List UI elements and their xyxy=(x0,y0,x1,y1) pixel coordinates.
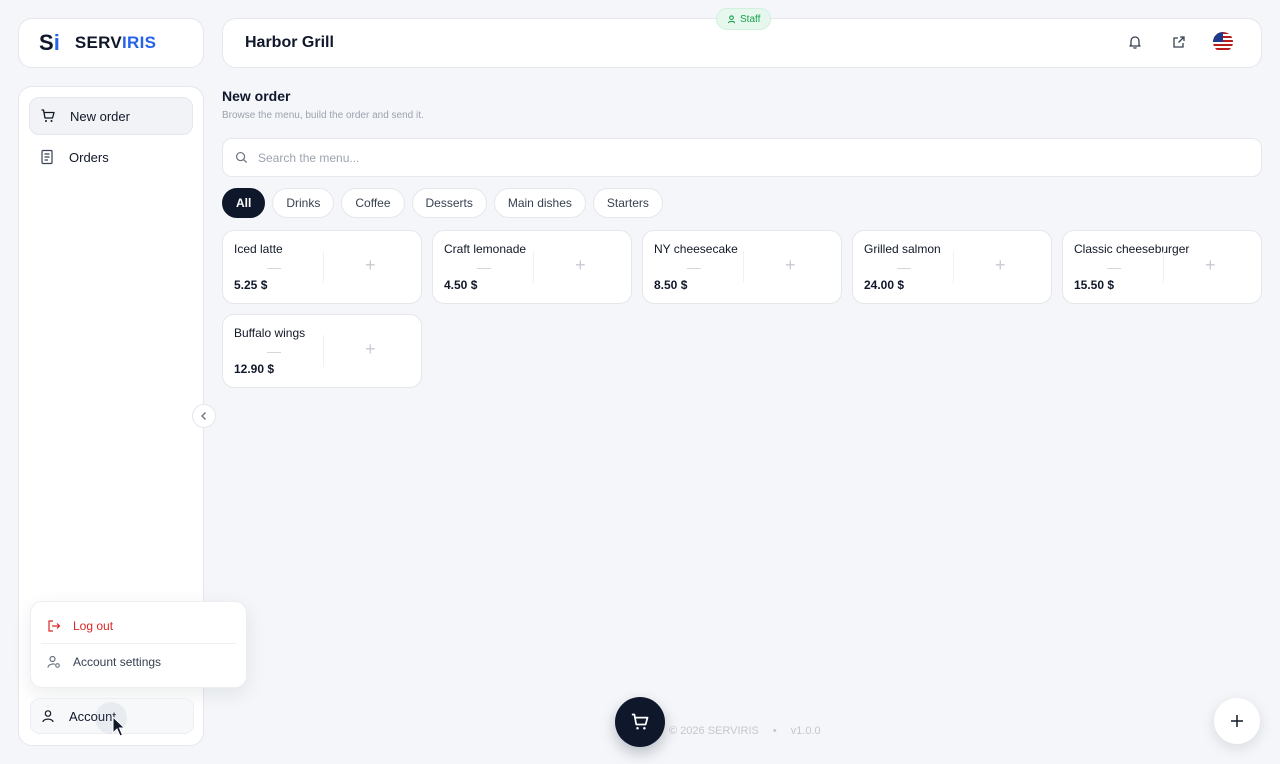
decrease-quantity-button[interactable]: — xyxy=(687,259,701,275)
increase-quantity-button[interactable]: + xyxy=(995,255,1006,276)
product-name: Grilled salmon xyxy=(864,242,941,256)
chevron-left-icon xyxy=(201,412,206,420)
product-price: 8.50 $ xyxy=(654,278,688,292)
account-menu: Log out Account settings xyxy=(30,601,247,688)
logout-icon xyxy=(48,619,61,632)
logo[interactable]: Si SERVIRIS xyxy=(18,18,204,68)
search-input[interactable] xyxy=(258,150,1158,165)
page-subtitle: Browse the menu, build the order and sen… xyxy=(222,110,424,121)
category-chip-coffee[interactable]: Coffee xyxy=(341,188,405,218)
search-icon xyxy=(235,151,248,164)
role-badge-label: Staff xyxy=(740,13,761,25)
brand-name: SERVIRIS xyxy=(75,33,156,53)
add-button[interactable] xyxy=(1214,698,1260,744)
increase-quantity-button[interactable]: + xyxy=(1205,255,1216,276)
decrease-quantity-button[interactable]: — xyxy=(267,259,281,275)
logout-menu-item[interactable]: Log out xyxy=(41,608,236,644)
category-chip-main-dishes[interactable]: Main dishes xyxy=(493,188,586,218)
sidebar-item-label: New order xyxy=(70,108,130,124)
user-icon xyxy=(727,14,736,23)
decrease-quantity-button[interactable]: — xyxy=(897,259,911,275)
decrease-quantity-button[interactable]: — xyxy=(477,259,491,275)
product-name: Classic cheeseburger xyxy=(1074,242,1190,256)
cart-icon xyxy=(631,713,649,730)
brand-name-part-a: SERV xyxy=(74,33,122,52)
external-link-icon[interactable] xyxy=(1169,32,1189,52)
product-card[interactable]: Iced latte — + 5.25 $ xyxy=(222,230,422,304)
sidebar-item-label: Orders xyxy=(69,149,109,165)
page-title: New order xyxy=(222,88,291,104)
logout-label: Log out xyxy=(73,618,114,633)
category-filter: All Drinks Coffee Desserts Main dishes S… xyxy=(222,188,663,218)
product-name: NY cheesecake xyxy=(654,242,738,256)
sidebar-item-orders[interactable]: Orders xyxy=(29,138,193,176)
footer-separator: • xyxy=(772,725,777,737)
copyright: © 2026 SERVIRIS xyxy=(669,725,759,737)
product-price: 15.50 $ xyxy=(1074,278,1115,292)
logo-mark: Si xyxy=(39,30,60,56)
increase-quantity-button[interactable]: + xyxy=(365,339,376,360)
user-icon xyxy=(42,710,54,723)
footer: © 2026 SERVIRIS • v1.0.0 xyxy=(669,725,821,737)
product-grid: Iced latte — + 5.25 $ Craft lemonade — +… xyxy=(222,230,1262,388)
increase-quantity-button[interactable]: + xyxy=(365,255,376,276)
divider xyxy=(953,251,954,283)
brand-name-part-b: IRIS xyxy=(122,33,157,52)
cart-icon xyxy=(40,108,56,124)
us-flag-icon[interactable] xyxy=(1213,32,1233,52)
role-badge: Staff xyxy=(716,8,772,30)
account-settings-label: Account settings xyxy=(73,655,162,669)
user-settings-icon xyxy=(47,655,60,668)
product-card[interactable]: Classic cheeseburger — + 15.50 $ xyxy=(1062,230,1262,304)
product-price: 5.25 $ xyxy=(234,278,268,292)
product-name: Iced latte xyxy=(234,242,283,256)
divider xyxy=(1163,251,1164,283)
cart-button[interactable] xyxy=(615,697,665,747)
mouse-cursor-icon xyxy=(112,716,126,737)
collapse-sidebar-button[interactable] xyxy=(192,404,216,428)
increase-quantity-button[interactable]: + xyxy=(575,255,586,276)
product-card[interactable]: Craft lemonade — + 4.50 $ xyxy=(432,230,632,304)
product-name: Buffalo wings xyxy=(234,326,306,340)
category-chip-starters[interactable]: Starters xyxy=(592,188,663,218)
category-chip-desserts[interactable]: Desserts xyxy=(411,188,487,218)
divider xyxy=(323,251,324,283)
account-settings-menu-item[interactable]: Account settings xyxy=(41,644,236,680)
decrease-quantity-button[interactable]: — xyxy=(1107,259,1121,275)
logo-mark-s: S xyxy=(39,30,54,55)
divider xyxy=(743,251,744,283)
sidebar-item-new-order[interactable]: New order xyxy=(29,97,193,135)
restaurant-name: Harbor Grill xyxy=(245,34,334,51)
category-chip-drinks[interactable]: Drinks xyxy=(272,188,335,218)
top-header: Harbor Grill Staff xyxy=(222,8,1262,68)
receipt-icon xyxy=(39,149,55,165)
search-bar[interactable] xyxy=(222,138,1262,177)
app-version: v1.0.0 xyxy=(790,725,821,737)
divider xyxy=(533,251,534,283)
increase-quantity-button[interactable]: + xyxy=(785,255,796,276)
product-price: 24.00 $ xyxy=(864,278,905,292)
category-chip-all[interactable]: All xyxy=(222,188,266,218)
logo-mark-i: i xyxy=(53,30,60,55)
product-price: 4.50 $ xyxy=(444,278,478,292)
decrease-quantity-button[interactable]: — xyxy=(267,343,281,359)
product-card[interactable]: Grilled salmon — + 24.00 $ xyxy=(852,230,1052,304)
plus-icon xyxy=(1231,715,1243,727)
product-name: Craft lemonade xyxy=(444,242,527,256)
product-card[interactable]: Buffalo wings — + 12.90 $ xyxy=(222,314,422,388)
product-price: 12.90 $ xyxy=(234,362,275,376)
product-card[interactable]: NY cheesecake — + 8.50 $ xyxy=(642,230,842,304)
bell-icon[interactable] xyxy=(1125,32,1145,52)
divider xyxy=(323,335,324,367)
